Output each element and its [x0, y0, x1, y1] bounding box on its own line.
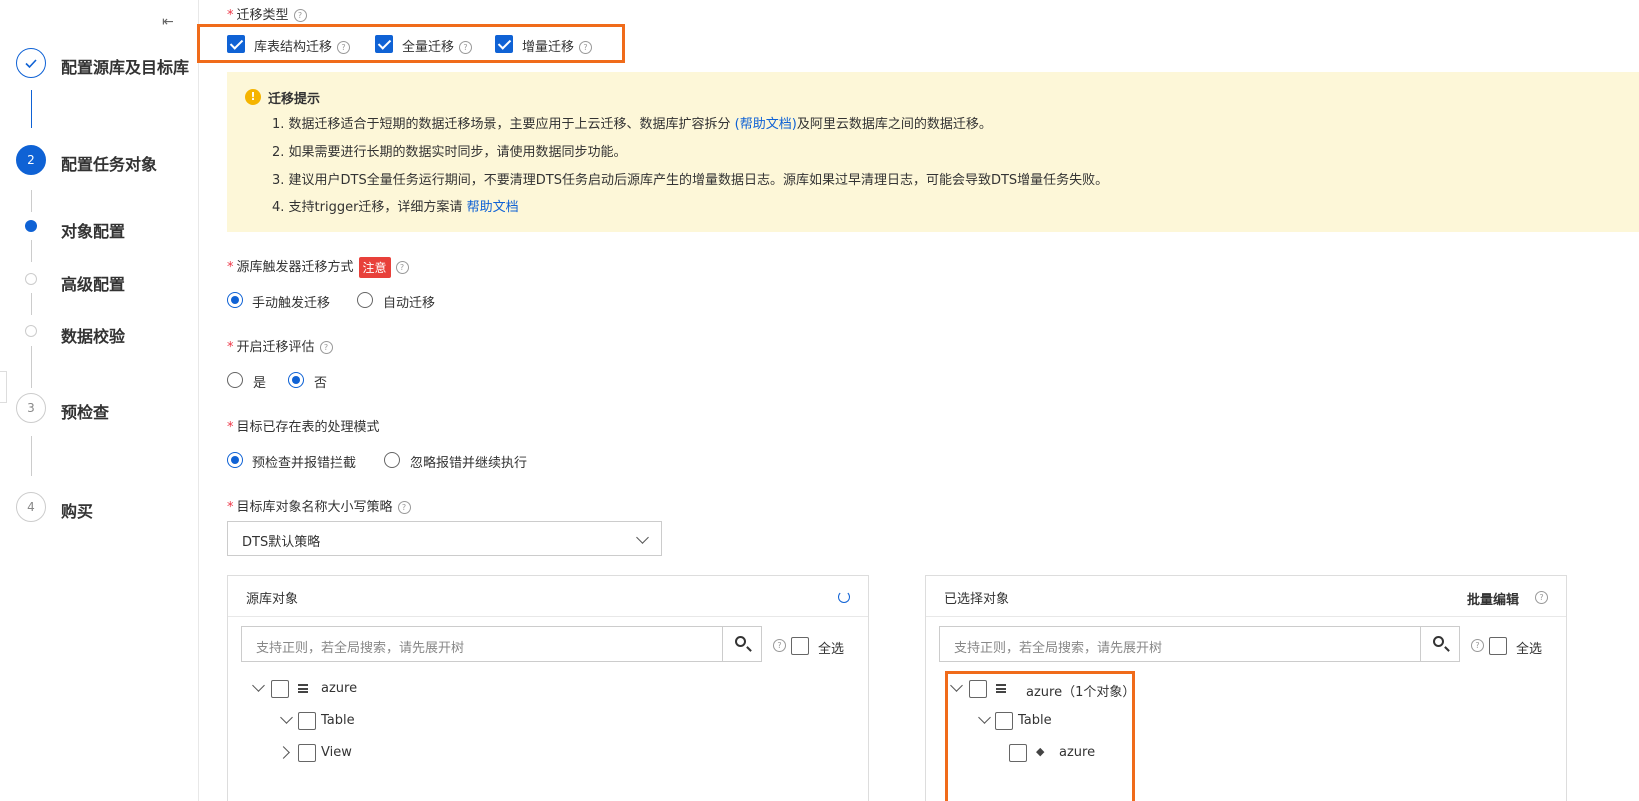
tree-checkbox[interactable]	[271, 680, 289, 698]
step-3-label[interactable]: 预检查	[61, 399, 109, 423]
radio-label: 自动迁移	[383, 296, 436, 311]
tree-node-label[interactable]: azure	[321, 681, 357, 696]
bulk-edit-button[interactable]: 批量编辑	[1467, 589, 1519, 608]
case-policy-select[interactable]: DTS默认策略	[227, 521, 662, 556]
help-doc-link[interactable]: 帮助文档	[467, 200, 519, 215]
checkbox-schema-migration[interactable]	[227, 35, 245, 53]
panel-header: 源库对象	[228, 576, 868, 617]
panel-title: 已选择对象	[944, 592, 1010, 607]
help-icon[interactable]: ?	[319, 341, 333, 354]
step-1-label[interactable]: 配置源库及目标库	[61, 54, 189, 78]
checkbox-full-migration[interactable]	[375, 35, 393, 53]
notice-line-4: 4. 支持trigger迁移，详细方案请 帮助文档	[272, 200, 519, 215]
warning-icon: !	[245, 89, 261, 105]
chevron-down-icon[interactable]	[252, 679, 265, 692]
step-connector	[31, 346, 32, 388]
search-button[interactable]	[722, 627, 761, 661]
select-all-checkbox[interactable]	[791, 637, 809, 655]
migration-type-label: * 迁移类型?	[227, 4, 307, 23]
highlight-box	[945, 671, 1135, 801]
step-2-label[interactable]: 配置任务对象	[61, 151, 157, 175]
checkbox-label: 全量迁移?	[402, 36, 473, 55]
refresh-icon[interactable]	[838, 591, 850, 603]
substep-dot	[25, 325, 37, 337]
assessment-label: * 开启迁移评估?	[227, 336, 333, 355]
step-connector	[31, 436, 32, 476]
step-connector	[31, 293, 32, 315]
substep-advanced-config[interactable]: 高级配置	[61, 271, 125, 295]
step-connector	[31, 190, 32, 212]
radio-manual-trigger[interactable]	[227, 292, 243, 308]
tree-node-label[interactable]: Table	[321, 713, 355, 728]
search-placeholder: 支持正则，若全局搜索，请先展开树	[954, 641, 1163, 656]
source-search-input[interactable]: 支持正则，若全局搜索，请先展开树	[241, 626, 762, 662]
step-3-number: 3	[16, 393, 46, 423]
checkbox-incremental-migration[interactable]	[495, 35, 513, 53]
radio-label: 手动触发迁移	[252, 296, 331, 311]
step-sidebar: ⇤ 配置源库及目标库 2 配置任务对象 对象配置 高级配置 数据校验 3 预检查…	[0, 0, 199, 801]
notice-tag[interactable]: 注意	[358, 257, 391, 278]
step-1-check-icon	[16, 48, 46, 78]
help-icon[interactable]: ?	[773, 639, 786, 652]
checkbox-label: 增量迁移?	[522, 36, 593, 55]
trigger-mode-label: * 源库触发器迁移方式 注意?	[227, 256, 409, 278]
radio-label: 忽略报错并继续执行	[410, 456, 528, 471]
notice-line-2: 2. 如果需要进行长期的数据实时同步，请使用数据同步功能。	[272, 145, 627, 160]
chevron-right-icon[interactable]	[277, 746, 290, 759]
help-icon[interactable]: ?	[397, 501, 411, 514]
collapse-sidebar-icon[interactable]: ⇤	[162, 14, 174, 30]
radio-assessment-yes[interactable]	[227, 372, 243, 388]
search-icon	[1433, 636, 1444, 647]
radio-auto-migration[interactable]	[357, 292, 373, 308]
selected-search-input[interactable]: 支持正则，若全局搜索，请先展开树	[939, 626, 1460, 662]
selected-value: DTS默认策略	[242, 535, 321, 550]
help-doc-link[interactable]: (帮助文档)	[735, 117, 797, 132]
select-all-label: 全选	[818, 642, 845, 657]
substep-data-validation[interactable]: 数据校验	[61, 323, 125, 347]
step-4-label[interactable]: 购买	[61, 498, 93, 522]
notice-line-3: 3. 建议用户DTS全量任务运行期间，不要清理DTS任务启动后源库产生的增量数据…	[272, 173, 1109, 188]
left-expand-handle[interactable]	[0, 371, 7, 403]
checkbox-label: 库表结构迁移?	[254, 36, 351, 55]
chevron-down-icon[interactable]	[280, 711, 293, 724]
search-button[interactable]	[1420, 627, 1459, 661]
panel-title: 源库对象	[246, 592, 299, 607]
radio-label: 是	[253, 376, 267, 391]
step-connector	[31, 240, 32, 262]
existing-table-label: * 目标已存在表的处理模式	[227, 420, 380, 435]
help-icon[interactable]: ?	[1471, 639, 1484, 652]
select-all-checkbox[interactable]	[1489, 637, 1507, 655]
step-4-number: 4	[16, 492, 46, 522]
substep-active-dot	[25, 220, 37, 232]
case-policy-label: * 目标库对象名称大小写策略?	[227, 496, 411, 515]
search-placeholder: 支持正则，若全局搜索，请先展开树	[256, 641, 465, 656]
help-icon[interactable]: ?	[337, 41, 351, 54]
substep-dot	[25, 273, 37, 285]
help-icon[interactable]: ?	[1535, 591, 1548, 604]
tree-node-label[interactable]: View	[321, 745, 352, 760]
radio-assessment-no[interactable]	[288, 372, 304, 388]
notice-line-1: 1. 数据迁移适合于短期的数据迁移场景，主要应用于上云迁移、数据库扩容拆分 (帮…	[272, 117, 992, 132]
step-2-number: 2	[16, 145, 46, 175]
panel-header: 已选择对象 批量编辑 ?	[926, 576, 1566, 617]
chevron-down-icon	[636, 531, 649, 544]
notice-title: 迁移提示	[268, 92, 321, 107]
help-icon[interactable]: ?	[395, 261, 409, 274]
source-objects-panel: 源库对象 支持正则，若全局搜索，请先展开树 ? 全选 azure Table V…	[227, 575, 869, 801]
radio-ignore-continue[interactable]	[384, 452, 400, 468]
database-icon	[298, 684, 308, 693]
radio-label: 预检查并报错拦截	[252, 456, 357, 471]
help-icon[interactable]: ?	[459, 41, 473, 54]
step-connector	[31, 90, 32, 128]
search-icon	[735, 636, 746, 647]
radio-precheck-block[interactable]	[227, 452, 243, 468]
tree-checkbox[interactable]	[298, 712, 316, 730]
select-all-label: 全选	[1516, 642, 1543, 657]
tree-checkbox[interactable]	[298, 744, 316, 762]
help-icon[interactable]: ?	[293, 9, 307, 22]
radio-label: 否	[314, 376, 328, 391]
substep-object-config[interactable]: 对象配置	[61, 218, 125, 242]
help-icon[interactable]: ?	[579, 41, 593, 54]
